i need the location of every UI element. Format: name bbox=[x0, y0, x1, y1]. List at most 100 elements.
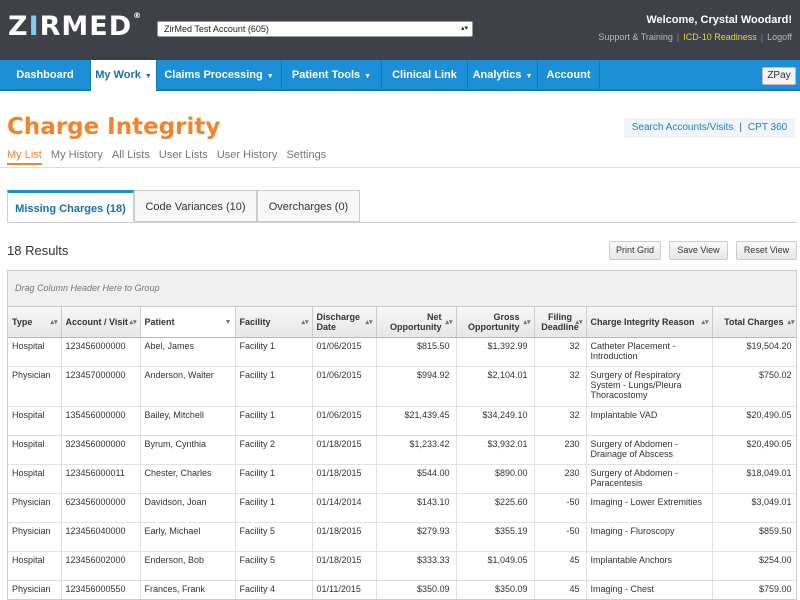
column-label: Total Charges bbox=[724, 316, 784, 327]
nav-claims-processing[interactable]: Claims Processing ▼ bbox=[157, 60, 282, 91]
cell-type: Physician bbox=[8, 580, 62, 599]
nav-my-work[interactable]: My Work ▼ bbox=[91, 60, 157, 91]
account-select[interactable]: ZirMed Test Account (605) ▴▾ bbox=[157, 21, 473, 37]
save-view-button[interactable]: Save View bbox=[669, 241, 728, 260]
cell-account: 123456000000 bbox=[61, 337, 141, 367]
column-header-account-visit[interactable]: Account / Visit ▴▾ bbox=[61, 307, 141, 338]
cell-account: 323456000000 bbox=[61, 435, 141, 465]
column-label: Type bbox=[12, 316, 33, 327]
group-drop-zone[interactable]: Drag Column Header Here to Group bbox=[8, 271, 796, 307]
cell-patient: Bailey, Mitchell bbox=[140, 406, 236, 436]
cell-gross-opportunity: $34,249.10 bbox=[456, 406, 535, 436]
table-row[interactable]: Physician 623456000000 Davidson, Joan Fa… bbox=[8, 493, 796, 523]
table-row[interactable]: Hospital 323456000000 Byrum, Cynthia Fac… bbox=[8, 435, 796, 465]
subnav-my-history[interactable]: My History bbox=[51, 149, 103, 163]
column-header-discharge-date[interactable]: Discharge Date ▴▾ bbox=[312, 307, 377, 338]
welcome-message: Welcome, Crystal Woodard! bbox=[646, 14, 792, 26]
nav-label: My Work bbox=[95, 69, 141, 81]
cell-facility: Facility 1 bbox=[235, 337, 313, 367]
cell-facility: Facility 2 bbox=[235, 435, 313, 465]
sort-icon: ▴▾ bbox=[129, 319, 137, 326]
cell-patient: Davidson, Joan bbox=[140, 493, 236, 523]
support-training-link[interactable]: Support & Training bbox=[598, 32, 673, 42]
cell-facility: Facility 4 bbox=[235, 580, 313, 599]
subnav-user-history[interactable]: User History bbox=[217, 149, 278, 163]
table-row[interactable]: Physician 123456040000 Early, Michael Fa… bbox=[8, 522, 796, 552]
header-links: Support & Training | ICD-10 Readiness | Logo… bbox=[598, 32, 792, 42]
cell-account: 123457000000 bbox=[61, 366, 141, 407]
nav-account[interactable]: Account bbox=[538, 60, 600, 91]
print-grid-button[interactable]: Print Grid bbox=[609, 241, 661, 260]
column-header-total-charges[interactable]: Total Charges ▴▾ bbox=[712, 307, 796, 338]
cell-account: 123456000550 bbox=[61, 580, 141, 599]
cell-net-opportunity: $279.93 bbox=[376, 522, 457, 552]
search-accounts-link[interactable]: Search Accounts/Visits bbox=[632, 122, 734, 133]
subnav-user-lists[interactable]: User Lists bbox=[159, 149, 208, 163]
table-row[interactable]: Hospital 123456002000 Enderson, Bob Faci… bbox=[8, 551, 796, 581]
cell-facility: Facility 1 bbox=[235, 366, 313, 407]
subnav-all-lists[interactable]: All Lists bbox=[112, 149, 150, 163]
cell-type: Hospital bbox=[8, 337, 62, 367]
logo-text-rmed: RMED bbox=[39, 11, 133, 42]
quick-links: Search Accounts/Visits | CPT 360 bbox=[624, 118, 795, 138]
column-header-facility[interactable]: Facility ▴▾ bbox=[235, 307, 313, 338]
main-nav: Dashboard My Work ▼ Claims Processing ▼ Pa… bbox=[0, 60, 800, 91]
table-row[interactable]: Hospital 123456000011 Chester, Charles F… bbox=[8, 464, 796, 494]
column-header-type[interactable]: Type ▴▾ bbox=[8, 307, 62, 338]
nav-clinical-link[interactable]: Clinical Link bbox=[382, 60, 468, 91]
nav-dashboard[interactable]: Dashboard bbox=[0, 60, 91, 91]
column-label: Charge Integrity Reason bbox=[590, 316, 695, 327]
column-label: Account / Visit bbox=[65, 316, 128, 327]
cell-gross-opportunity: $3,932.01 bbox=[456, 435, 535, 465]
table-row[interactable]: Hospital 135456000000 Bailey, Mitchell F… bbox=[8, 406, 796, 436]
tab-missing-charges[interactable]: Missing Charges (18) bbox=[7, 190, 134, 222]
cell-net-opportunity: $1,233.42 bbox=[376, 435, 457, 465]
reset-view-button[interactable]: Reset View bbox=[736, 241, 797, 260]
cell-discharge-date: 01/14/2014 bbox=[312, 493, 377, 523]
zirmed-logo[interactable]: ZIRMED® bbox=[8, 11, 142, 42]
cell-filing-deadline: 230 bbox=[534, 464, 587, 494]
cell-reason: Catheter Placement - Introduction bbox=[586, 337, 713, 367]
sort-icon: ▴▾ bbox=[523, 319, 531, 326]
cell-discharge-date: 01/06/2015 bbox=[312, 366, 377, 407]
table-row[interactable]: Physician 123456000550 Frances, Frank Fa… bbox=[8, 580, 796, 599]
cell-net-opportunity: $544.00 bbox=[376, 464, 457, 494]
cell-discharge-date: 01/11/2015 bbox=[312, 580, 377, 599]
cell-total-charges: $750.02 bbox=[712, 366, 796, 407]
cell-filing-deadline: 230 bbox=[534, 435, 587, 465]
column-label: Net Opportunity bbox=[390, 311, 442, 332]
sort-icon: ▴▾ bbox=[50, 319, 58, 326]
nav-label: Dashboard bbox=[16, 69, 74, 81]
tab-code-variances[interactable]: Code Variances (10) bbox=[134, 190, 257, 222]
nav-analytics[interactable]: Analytics ▼ bbox=[468, 60, 538, 91]
column-header-filing-deadline[interactable]: Filing Deadline ▴▾ bbox=[534, 307, 587, 338]
sub-nav: My List My History All Lists User Lists … bbox=[7, 149, 332, 165]
cell-facility: Facility 5 bbox=[235, 522, 313, 552]
link-divider: | bbox=[676, 32, 680, 42]
sort-icon: ▴▾ bbox=[787, 319, 795, 326]
column-header-charge-integrity-reason[interactable]: Charge Integrity Reason ▴▾ bbox=[586, 307, 713, 338]
logoff-link[interactable]: Logoff bbox=[767, 32, 792, 42]
tab-overcharges[interactable]: Overcharges (0) bbox=[257, 190, 360, 222]
table-row[interactable]: Physician 123457000000 Anderson, Walter … bbox=[8, 366, 796, 407]
icd10-readiness-link[interactable]: ICD-10 Readiness bbox=[683, 32, 757, 42]
nav-patient-tools[interactable]: Patient Tools ▼ bbox=[282, 60, 382, 91]
cell-patient: Anderson, Walter bbox=[140, 366, 236, 407]
nav-label: Clinical Link bbox=[392, 69, 457, 81]
column-header-net-opportunity[interactable]: Net Opportunity ▴▾ bbox=[376, 307, 457, 338]
sort-icon: ▴▾ bbox=[575, 319, 583, 326]
header-row: Type ▴▾ Account / Visit ▴▾ Patient ▼ Facili… bbox=[8, 307, 796, 338]
sort-icon: ▴▾ bbox=[445, 319, 453, 326]
zpay-button[interactable]: ZPay bbox=[762, 67, 796, 85]
sort-icon: ▴▾ bbox=[701, 319, 709, 326]
table-row[interactable]: Hospital 123456000000 Abel, James Facili… bbox=[8, 337, 796, 367]
cpt360-link[interactable]: CPT 360 bbox=[748, 122, 787, 133]
subnav-settings[interactable]: Settings bbox=[286, 149, 326, 163]
column-header-gross-opportunity[interactable]: Gross Opportunity ▴▾ bbox=[456, 307, 535, 338]
column-header-patient[interactable]: Patient ▼ bbox=[140, 307, 236, 338]
cell-reason: Imaging - Chest bbox=[586, 580, 713, 599]
cell-patient: Byrum, Cynthia bbox=[140, 435, 236, 465]
link-divider: | bbox=[739, 122, 742, 133]
cell-facility: Facility 1 bbox=[235, 406, 313, 436]
subnav-my-list[interactable]: My List bbox=[7, 149, 42, 165]
